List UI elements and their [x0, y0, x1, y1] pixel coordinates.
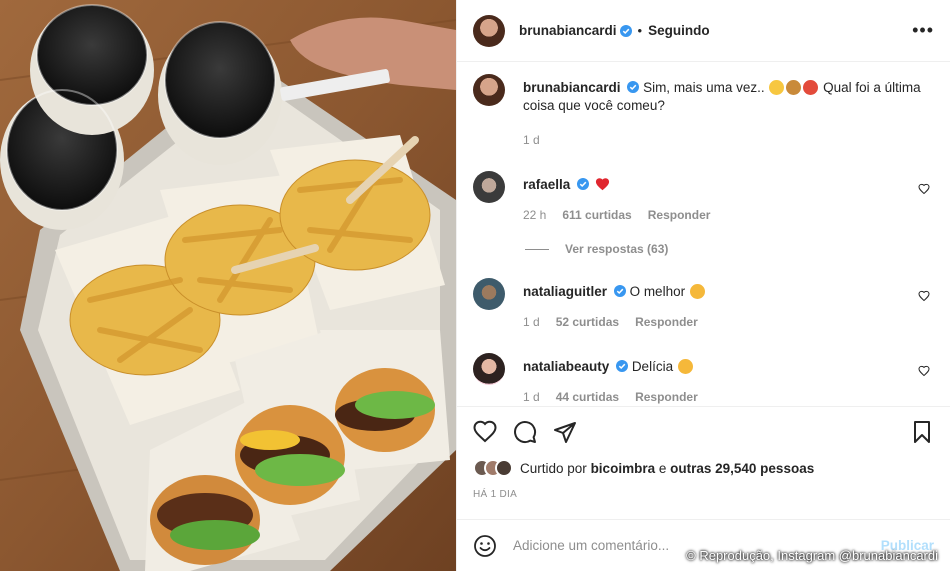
- caption-username[interactable]: brunabiancardi: [523, 80, 621, 95]
- comment-bubble-icon[interactable]: [513, 420, 537, 444]
- laughing-emoji-icon: [769, 80, 785, 95]
- comment-avatar[interactable]: [473, 278, 505, 310]
- comment-avatar[interactable]: [473, 353, 505, 385]
- like-comment-heart-icon[interactable]: [918, 365, 930, 377]
- more-options-icon[interactable]: •••: [912, 20, 934, 41]
- author-username[interactable]: brunabiancardi: [519, 23, 617, 38]
- verified-badge-icon: [577, 178, 590, 190]
- reply-button[interactable]: Responder: [648, 206, 711, 224]
- post-header: brunabiancardi • Seguindo •••: [457, 0, 950, 62]
- comment-likes[interactable]: 52 curtidas: [556, 313, 619, 331]
- view-replies-button[interactable]: Ver respostas (63): [525, 242, 934, 256]
- photo-credit-watermark: © Reprodução, Instagram @brunabiancardi: [686, 548, 938, 563]
- likes-prefix: Curtido por: [520, 460, 587, 476]
- caption: brunabiancardi Sim, mais uma vez.. Qual …: [473, 74, 934, 149]
- food-tray-photo: [0, 0, 456, 571]
- reply-button[interactable]: Responder: [635, 313, 698, 331]
- liker-avatars: [473, 459, 513, 477]
- comment-row: nataliaguitler O melhor 1 d 52 curtidas …: [473, 278, 934, 331]
- comment-username[interactable]: nataliabeauty: [523, 359, 609, 374]
- likes-summary[interactable]: Curtido por bicoimbra e outras 29,540 pe…: [473, 459, 934, 477]
- burger-emoji-icon: [786, 80, 802, 95]
- post-photo[interactable]: [0, 0, 456, 571]
- replies-divider: [525, 248, 549, 250]
- emoji-picker-icon[interactable]: [473, 534, 497, 558]
- caption-time: 1 d: [523, 133, 540, 147]
- verified-badge-icon: [613, 285, 626, 297]
- like-heart-icon[interactable]: [473, 420, 497, 444]
- separator-dot: •: [637, 23, 643, 38]
- liker-avatar: [495, 459, 513, 477]
- comment-text: Delícia: [631, 359, 674, 374]
- view-replies-label: Ver respostas (63): [565, 242, 669, 256]
- comment-username[interactable]: rafaella: [523, 177, 570, 192]
- post-actions: Curtido por bicoimbra e outras 29,540 pe…: [457, 406, 950, 500]
- red-heart-emoji-icon: [595, 178, 609, 191]
- caption-avatar[interactable]: [473, 74, 505, 106]
- likes-others[interactable]: outras 29,540 pessoas: [670, 461, 814, 476]
- verified-badge-icon: [627, 81, 640, 93]
- verified-badge-icon: [619, 24, 632, 37]
- like-comment-heart-icon[interactable]: [918, 290, 930, 302]
- author-avatar[interactable]: [473, 14, 505, 47]
- comment-composer: Publicar: [457, 519, 950, 571]
- reply-button[interactable]: Responder: [635, 388, 698, 406]
- comment-likes[interactable]: 44 curtidas: [556, 388, 619, 406]
- following-button[interactable]: Seguindo: [648, 23, 710, 38]
- comment-username[interactable]: nataliaguitler: [523, 284, 607, 299]
- comments-list[interactable]: brunabiancardi Sim, mais uma vez.. Qual …: [457, 62, 950, 406]
- star-eyes-emoji-icon: [689, 284, 705, 299]
- save-bookmark-icon[interactable]: [910, 420, 934, 444]
- star-eyes-emoji-icon: [677, 359, 693, 374]
- comment-row: nataliabeauty Delícia 1 d 44 curtidas Re…: [473, 353, 934, 406]
- comment-time: 1 d: [523, 390, 540, 404]
- caption-text-start: Sim, mais uma vez..: [643, 80, 765, 95]
- post-timestamp: HÁ 1 DIA: [473, 489, 518, 500]
- comment-time: 1 d: [523, 315, 540, 329]
- verified-badge-icon: [616, 360, 629, 372]
- like-comment-heart-icon[interactable]: [918, 183, 930, 195]
- comment-likes[interactable]: 611 curtidas: [562, 206, 631, 224]
- likes-user[interactable]: bicoimbra: [591, 461, 656, 476]
- comment-row: rafaella 22 h 611 curtidas Responder: [473, 171, 934, 224]
- fries-emoji-icon: [803, 80, 819, 95]
- comment-avatar[interactable]: [473, 171, 505, 203]
- post-side-panel: brunabiancardi • Seguindo ••• brunabianc…: [456, 0, 950, 571]
- comment-time: 22 h: [523, 208, 547, 222]
- comment-text: O melhor: [629, 284, 686, 299]
- share-paper-plane-icon[interactable]: [553, 420, 577, 444]
- likes-middle: e: [658, 460, 667, 476]
